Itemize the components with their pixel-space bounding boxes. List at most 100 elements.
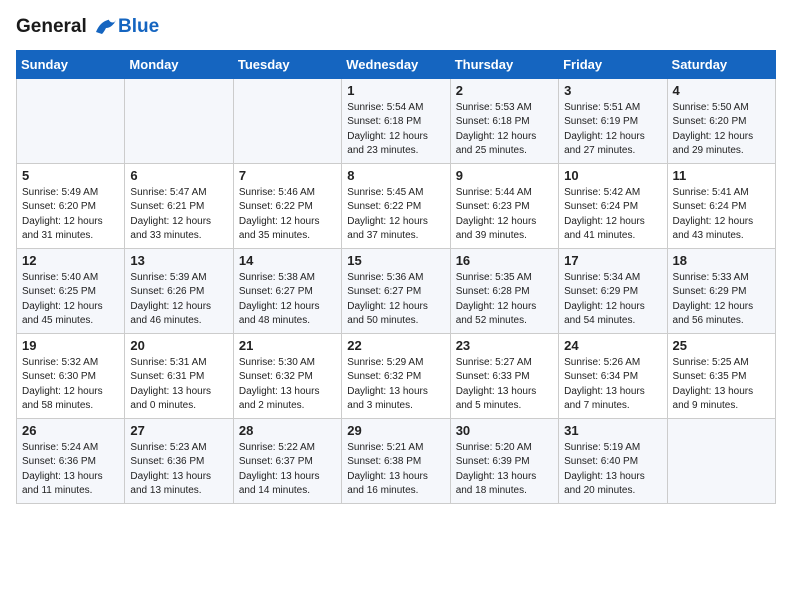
day-number: 16 xyxy=(456,253,553,268)
calendar-cell: 10 Sunrise: 5:42 AM Sunset: 6:24 PM Dayli… xyxy=(559,163,667,248)
calendar-cell: 19 Sunrise: 5:32 AM Sunset: 6:30 PM Dayli… xyxy=(17,333,125,418)
calendar-cell: 21 Sunrise: 5:30 AM Sunset: 6:32 PM Dayli… xyxy=(233,333,341,418)
day-of-week-header: Friday xyxy=(559,50,667,78)
day-info: Sunrise: 5:45 AM Sunset: 6:22 PM Dayligh… xyxy=(347,186,444,244)
day-info: Sunrise: 5:36 AM Sunset: 6:27 PM Dayligh… xyxy=(347,271,444,329)
day-number: 6 xyxy=(130,168,227,183)
day-info: Sunrise: 5:46 AM Sunset: 6:22 PM Dayligh… xyxy=(239,186,336,244)
day-number: 2 xyxy=(456,83,553,98)
calendar-cell: 16Sunrise: 5:35 AM Sunset: 6:28 PM Dayli… xyxy=(450,248,558,333)
calendar-cell: 27 Sunrise: 5:23 AM Sunset: 6:36 PM Dayli… xyxy=(125,418,233,503)
day-number: 21 xyxy=(239,338,336,353)
day-of-week-header: Saturday xyxy=(667,50,775,78)
day-number: 14 xyxy=(239,253,336,268)
calendar-cell: 30 Sunrise: 5:20 AM Sunset: 6:39 PM Dayli… xyxy=(450,418,558,503)
day-info: Sunrise: 5:44 AM Sunset: 6:23 PM Dayligh… xyxy=(456,186,553,244)
day-number: 23 xyxy=(456,338,553,353)
day-number: 24 xyxy=(564,338,661,353)
day-number: 19 xyxy=(22,338,119,353)
day-info: Sunrise: 5:39 AM Sunset: 6:26 PM Dayligh… xyxy=(130,271,227,329)
day-number: 4 xyxy=(673,83,770,98)
day-number: 15 xyxy=(347,253,444,268)
day-info: Sunrise: 5:19 AM Sunset: 6:40 PM Dayligh… xyxy=(564,441,661,499)
calendar-cell: 23 Sunrise: 5:27 AM Sunset: 6:33 PM Dayli… xyxy=(450,333,558,418)
logo-text: General xyxy=(16,16,116,38)
calendar-cell: 2 Sunrise: 5:53 AM Sunset: 6:18 PM Daylig… xyxy=(450,78,558,163)
day-info: Sunrise: 5:20 AM Sunset: 6:39 PM Dayligh… xyxy=(456,441,553,499)
calendar-week-row: 5 Sunrise: 5:49 AM Sunset: 6:20 PM Daylig… xyxy=(17,163,776,248)
day-info: Sunrise: 5:21 AM Sunset: 6:38 PM Dayligh… xyxy=(347,441,444,499)
day-number: 20 xyxy=(130,338,227,353)
calendar-cell xyxy=(233,78,341,163)
calendar-cell: 6 Sunrise: 5:47 AM Sunset: 6:21 PM Daylig… xyxy=(125,163,233,248)
calendar-cell: 25Sunrise: 5:25 AM Sunset: 6:35 PM Dayli… xyxy=(667,333,775,418)
calendar-cell: 17 Sunrise: 5:34 AM Sunset: 6:29 PM Dayli… xyxy=(559,248,667,333)
day-info: Sunrise: 5:51 AM Sunset: 6:19 PM Dayligh… xyxy=(564,101,661,159)
day-number: 27 xyxy=(130,423,227,438)
day-info: Sunrise: 5:38 AM Sunset: 6:27 PM Dayligh… xyxy=(239,271,336,329)
calendar-cell: 22Sunrise: 5:29 AM Sunset: 6:32 PM Dayli… xyxy=(342,333,450,418)
calendar-cell: 13 Sunrise: 5:39 AM Sunset: 6:26 PM Dayli… xyxy=(125,248,233,333)
day-number: 25 xyxy=(673,338,770,353)
day-of-week-header: Thursday xyxy=(450,50,558,78)
day-number: 17 xyxy=(564,253,661,268)
day-info: Sunrise: 5:50 AM Sunset: 6:20 PM Dayligh… xyxy=(673,101,770,159)
day-number: 8 xyxy=(347,168,444,183)
calendar-header-row: SundayMondayTuesdayWednesdayThursdayFrid… xyxy=(17,50,776,78)
day-info: Sunrise: 5:23 AM Sunset: 6:36 PM Dayligh… xyxy=(130,441,227,499)
calendar-cell: 8 Sunrise: 5:45 AM Sunset: 6:22 PM Daylig… xyxy=(342,163,450,248)
day-info: Sunrise: 5:29 AM Sunset: 6:32 PM Dayligh… xyxy=(347,356,444,414)
day-number: 13 xyxy=(130,253,227,268)
day-info: Sunrise: 5:47 AM Sunset: 6:21 PM Dayligh… xyxy=(130,186,227,244)
day-of-week-header: Tuesday xyxy=(233,50,341,78)
day-number: 9 xyxy=(456,168,553,183)
calendar-cell xyxy=(667,418,775,503)
day-of-week-header: Monday xyxy=(125,50,233,78)
day-number: 5 xyxy=(22,168,119,183)
day-of-week-header: Sunday xyxy=(17,50,125,78)
day-number: 31 xyxy=(564,423,661,438)
day-number: 11 xyxy=(673,168,770,183)
calendar-cell: 12Sunrise: 5:40 AM Sunset: 6:25 PM Dayli… xyxy=(17,248,125,333)
day-number: 18 xyxy=(673,253,770,268)
day-info: Sunrise: 5:42 AM Sunset: 6:24 PM Dayligh… xyxy=(564,186,661,244)
day-number: 28 xyxy=(239,423,336,438)
calendar-cell: 7 Sunrise: 5:46 AM Sunset: 6:22 PM Daylig… xyxy=(233,163,341,248)
day-info: Sunrise: 5:54 AM Sunset: 6:18 PM Dayligh… xyxy=(347,101,444,159)
calendar-cell: 9 Sunrise: 5:44 AM Sunset: 6:23 PM Daylig… xyxy=(450,163,558,248)
calendar-cell: 26 Sunrise: 5:24 AM Sunset: 6:36 PM Dayli… xyxy=(17,418,125,503)
calendar-cell: 20 Sunrise: 5:31 AM Sunset: 6:31 PM Dayli… xyxy=(125,333,233,418)
calendar-cell: 15 Sunrise: 5:36 AM Sunset: 6:27 PM Dayli… xyxy=(342,248,450,333)
day-info: Sunrise: 5:22 AM Sunset: 6:37 PM Dayligh… xyxy=(239,441,336,499)
day-info: Sunrise: 5:53 AM Sunset: 6:18 PM Dayligh… xyxy=(456,101,553,159)
calendar-cell: 28 Sunrise: 5:22 AM Sunset: 6:37 PM Dayli… xyxy=(233,418,341,503)
calendar-week-row: 19 Sunrise: 5:32 AM Sunset: 6:30 PM Dayli… xyxy=(17,333,776,418)
calendar-cell: 31 Sunrise: 5:19 AM Sunset: 6:40 PM Dayli… xyxy=(559,418,667,503)
day-info: Sunrise: 5:34 AM Sunset: 6:29 PM Dayligh… xyxy=(564,271,661,329)
calendar-week-row: 12Sunrise: 5:40 AM Sunset: 6:25 PM Dayli… xyxy=(17,248,776,333)
day-number: 12 xyxy=(22,253,119,268)
day-info: Sunrise: 5:26 AM Sunset: 6:34 PM Dayligh… xyxy=(564,356,661,414)
calendar-cell: 4 Sunrise: 5:50 AM Sunset: 6:20 PM Daylig… xyxy=(667,78,775,163)
day-info: Sunrise: 5:30 AM Sunset: 6:32 PM Dayligh… xyxy=(239,356,336,414)
calendar-cell: 18 Sunrise: 5:33 AM Sunset: 6:29 PM Dayli… xyxy=(667,248,775,333)
day-of-week-header: Wednesday xyxy=(342,50,450,78)
day-number: 7 xyxy=(239,168,336,183)
day-info: Sunrise: 5:33 AM Sunset: 6:29 PM Dayligh… xyxy=(673,271,770,329)
day-info: Sunrise: 5:24 AM Sunset: 6:36 PM Dayligh… xyxy=(22,441,119,499)
day-info: Sunrise: 5:27 AM Sunset: 6:33 PM Dayligh… xyxy=(456,356,553,414)
day-info: Sunrise: 5:31 AM Sunset: 6:31 PM Dayligh… xyxy=(130,356,227,414)
calendar-table: SundayMondayTuesdayWednesdayThursdayFrid… xyxy=(16,50,776,504)
calendar-cell xyxy=(17,78,125,163)
calendar-cell: 29Sunrise: 5:21 AM Sunset: 6:38 PM Dayli… xyxy=(342,418,450,503)
calendar-cell: 14 Sunrise: 5:38 AM Sunset: 6:27 PM Dayli… xyxy=(233,248,341,333)
calendar-week-row: 26 Sunrise: 5:24 AM Sunset: 6:36 PM Dayli… xyxy=(17,418,776,503)
calendar-cell: 1Sunrise: 5:54 AM Sunset: 6:18 PM Daylig… xyxy=(342,78,450,163)
calendar-cell: 3Sunrise: 5:51 AM Sunset: 6:19 PM Daylig… xyxy=(559,78,667,163)
day-info: Sunrise: 5:41 AM Sunset: 6:24 PM Dayligh… xyxy=(673,186,770,244)
day-info: Sunrise: 5:49 AM Sunset: 6:20 PM Dayligh… xyxy=(22,186,119,244)
day-number: 10 xyxy=(564,168,661,183)
day-number: 26 xyxy=(22,423,119,438)
day-info: Sunrise: 5:32 AM Sunset: 6:30 PM Dayligh… xyxy=(22,356,119,414)
day-number: 30 xyxy=(456,423,553,438)
